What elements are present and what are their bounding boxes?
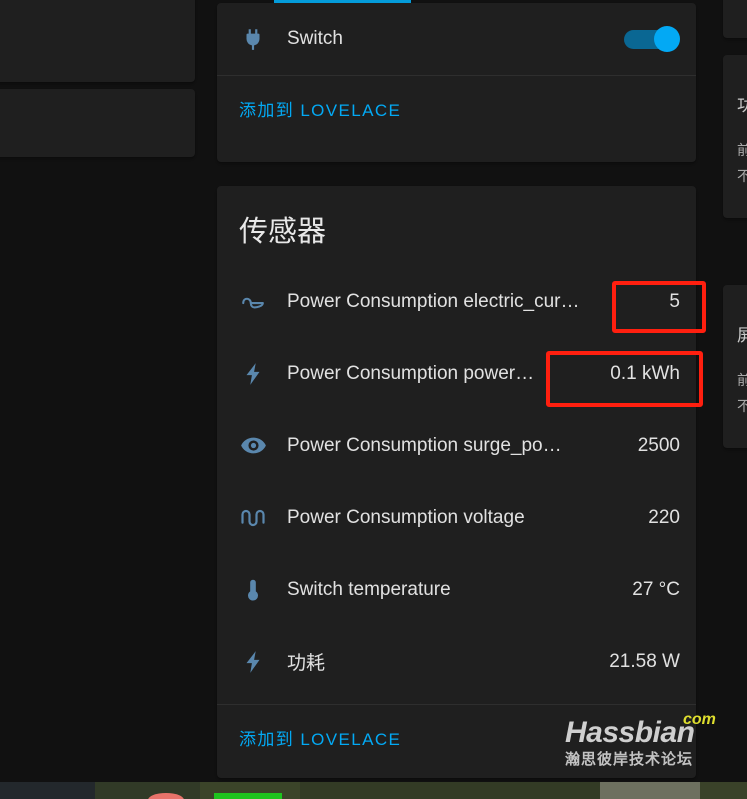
right-card-3-line-1: 前 bbox=[737, 372, 747, 388]
right-card-2-line-1: 前 bbox=[737, 142, 747, 158]
sensor-label: 功耗 bbox=[287, 653, 326, 675]
sensor-label: Switch temperature bbox=[287, 578, 451, 600]
right-partial-card-3[interactable]: 屏 前 不 bbox=[723, 285, 747, 448]
sensor-value: 27 °C bbox=[632, 578, 680, 600]
switch-card: Switch 添加到 LOVELACE bbox=[217, 3, 696, 162]
power-plug-icon bbox=[233, 26, 273, 52]
sensor-row-power-kwh[interactable]: Power Consumption power… 0.1 kWh bbox=[217, 338, 696, 410]
right-partial-card-1[interactable] bbox=[723, 0, 747, 38]
sensor-row-power-watt[interactable]: 功耗 21.58 W bbox=[217, 626, 696, 698]
sensors-card: 传感器 Power Consumption electric_cur… 5 Po… bbox=[217, 186, 696, 778]
right-card-2-title: 功 bbox=[737, 96, 747, 115]
right-card-3-line-2: 不 bbox=[737, 398, 747, 414]
right-card-3-title: 屏 bbox=[737, 326, 747, 345]
sensor-label: Power Consumption surge_po… bbox=[287, 434, 562, 456]
sensor-label: Power Consumption power… bbox=[287, 362, 535, 384]
sensor-row-surge-power[interactable]: Power Consumption surge_po… 2500 bbox=[217, 410, 696, 482]
toggle-knob bbox=[654, 26, 680, 52]
add-to-lovelace-link-sensors[interactable]: 添加到 LOVELACE bbox=[239, 725, 401, 750]
sensors-card-title: 传感器 bbox=[239, 216, 327, 248]
right-partial-card-2[interactable]: 功 前 不 bbox=[723, 55, 747, 218]
sensor-row-electric-current[interactable]: Power Consumption electric_cur… 5 bbox=[217, 266, 696, 338]
right-card-2-line-2: 不 bbox=[737, 168, 747, 184]
switch-toggle[interactable] bbox=[624, 26, 680, 52]
eye-icon bbox=[233, 432, 273, 459]
sensor-row-temperature[interactable]: Switch temperature 27 °C bbox=[217, 554, 696, 626]
add-to-lovelace-link-switch[interactable]: 添加到 LOVELACE bbox=[239, 96, 401, 121]
lightning-bolt-icon bbox=[233, 649, 273, 675]
current-ac-icon bbox=[233, 289, 273, 315]
lightning-bolt-icon bbox=[233, 361, 273, 387]
sensor-row-list: Power Consumption electric_cur… 5 Power … bbox=[217, 258, 696, 698]
left-partial-card-bottom[interactable] bbox=[0, 89, 195, 157]
sine-wave-icon bbox=[233, 504, 273, 532]
left-partial-card-top[interactable] bbox=[0, 0, 195, 82]
sensor-value: 0.1 kWh bbox=[610, 362, 680, 384]
sensor-value: 2500 bbox=[637, 434, 680, 456]
sensor-label: Power Consumption electric_cur… bbox=[287, 290, 580, 312]
sensor-value: 220 bbox=[648, 506, 680, 528]
sensor-row-voltage[interactable]: Power Consumption voltage 220 bbox=[217, 482, 696, 554]
switch-card-footer: 添加到 LOVELACE bbox=[217, 75, 696, 141]
thermometer-icon bbox=[233, 577, 273, 603]
desktop-wallpaper bbox=[0, 782, 747, 799]
wallpaper-green-shape bbox=[214, 793, 282, 799]
screen-root: 功 前 不 屏 前 不 Switch 添加到 LOVELACE 传感器 Powe… bbox=[0, 0, 747, 799]
switch-row[interactable]: Switch bbox=[217, 3, 696, 75]
sensors-card-footer: 添加到 LOVELACE bbox=[217, 703, 696, 770]
sensor-value: 21.58 W bbox=[609, 650, 680, 672]
sensor-label: Power Consumption voltage bbox=[287, 506, 525, 528]
switch-row-label: Switch bbox=[287, 28, 343, 49]
sensor-value: 5 bbox=[669, 290, 680, 312]
